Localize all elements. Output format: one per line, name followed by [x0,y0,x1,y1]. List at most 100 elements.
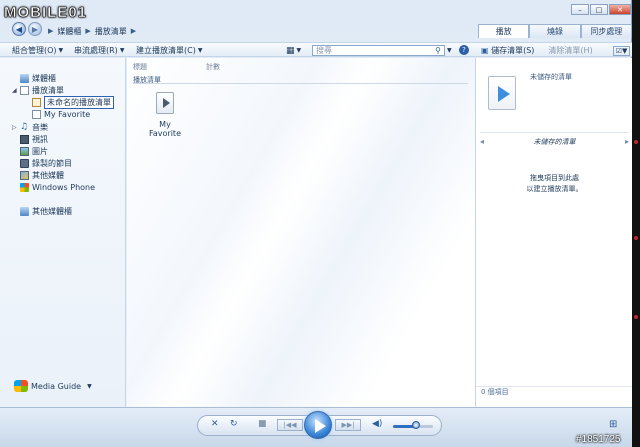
nav-other-media-label: 其他媒體 [32,171,64,180]
forward-button[interactable]: ▶ [28,22,42,36]
collapse-arrow-icon[interactable]: ▷ [12,124,17,131]
nav-my-favorite-label: My Favorite [44,110,91,119]
nav-videos[interactable]: 視訊 [20,134,48,145]
tab-play[interactable]: 播放 [478,24,530,38]
breadcrumb-library[interactable]: 媒體櫃 [57,26,81,37]
nav-music-label: 音樂 [32,123,48,132]
shuffle-icon[interactable]: ✕ [211,419,219,429]
nav-my-favorite[interactable]: My Favorite [32,109,90,120]
search-input[interactable]: 搜尋 ⚲ [312,45,445,56]
item-count: 0 個項目 [476,386,633,396]
picture-icon [20,147,29,156]
dropdown-arrow-icon: ▼ [197,47,203,54]
save-list-label: 儲存清單(S) [491,46,535,55]
nav-library-label: 媒體櫃 [32,74,56,83]
view-options-icon: ▦ [286,45,295,56]
search-icon[interactable]: ⚲ [435,46,441,55]
forward-arrow-icon: ▶ [31,24,39,34]
previous-button[interactable]: |◀◀ [277,419,303,431]
tv-icon [20,159,29,168]
dropdown-arrow-icon: ▼ [447,47,452,54]
tab-sync[interactable]: 同步處理 [580,24,632,38]
breadcrumb-playlists[interactable]: 播放清單 [95,26,127,37]
nav-pictures[interactable]: 圖片 [20,146,48,157]
tab-burn[interactable]: 燒錄 [529,24,581,38]
nav-recorded-tv-label: 錄製的節目 [32,159,72,168]
drag-hint-line-2: 以建立播放清單。 [526,185,583,193]
previous-list-arrow-icon[interactable]: ◂ [480,137,484,146]
column-title[interactable]: 標題 [133,62,147,72]
repeat-icon[interactable]: ↻ [230,419,238,429]
breadcrumb: ▶ 媒體櫃 ▶ 播放清單 ▶ [48,25,136,37]
rename-playlist-field[interactable]: 未命名的播放清單 [44,96,114,109]
watermark-id: #1851725 [576,434,621,445]
tab-bar: 播放 燒錄 同步處理 [478,24,632,38]
volume-slider-knob[interactable] [412,421,420,429]
nav-recorded-tv[interactable]: 錄製的節目 [20,158,72,169]
expand-arrow-icon[interactable]: ◢ [12,87,17,94]
switch-to-now-playing-icon[interactable]: ⊞ [609,419,617,430]
nav-library[interactable]: 媒體櫃 [20,73,56,84]
back-button[interactable]: ◀ [12,22,26,36]
back-arrow-icon: ◀ [15,24,23,34]
drag-hint-line-1: 拖曳項目到此處 [530,174,579,182]
playlist-file-icon [32,110,41,119]
background-strip [632,0,640,447]
view-options-button[interactable]: ▦ ▼ [286,45,301,56]
list-pane: ▣ 儲存清單(S) 清除清單(H) ☑▼ 未儲存的清單 未儲存的清單 ◂ ▸ 拖… [475,45,633,407]
volume-speaker-icon[interactable]: ◀) [372,419,382,429]
decorative-dot [634,140,638,144]
next-button[interactable]: ▶▶| [335,419,361,431]
nav-videos-label: 視訊 [32,135,48,144]
nav-other-libraries[interactable]: 其他媒體櫃 [20,206,72,217]
next-list-arrow-icon[interactable]: ▸ [625,137,629,146]
list-pane-toolbar: ▣ 儲存清單(S) 清除清單(H) ☑▼ [476,43,633,58]
playback-controls-bar: ✕ ↻ ■ |◀◀ ▶▶| ◀) ⊞ [0,407,632,447]
stop-icon[interactable]: ■ [258,419,267,429]
column-count[interactable]: 計數 [206,62,220,72]
media-guide-button[interactable]: Media Guide ▼ [14,380,92,392]
playlist-icon [20,86,29,95]
organize-menu[interactable]: 組合管理(O) ▼ [12,45,63,56]
save-list-button[interactable]: ▣ 儲存清單(S) [481,45,534,56]
list-options-button[interactable]: ☑▼ [612,45,631,56]
create-playlist-label: 建立播放清單(C) [136,46,196,55]
clear-list-button[interactable]: 清除清單(H) [548,45,592,56]
library-icon [20,74,29,83]
nav-playlists[interactable]: 播放清單 [20,85,64,96]
navigation-pane: 媒體櫃 ◢ 播放清單 未命名的播放清單 My Favorite ▷ ♫ 音樂 視… [0,58,126,407]
nav-windows-phone[interactable]: Windows Phone [20,182,95,193]
other-libraries-icon [20,207,29,216]
other-media-icon [20,171,29,180]
nav-other-media[interactable]: 其他媒體 [20,170,64,181]
breadcrumb-chevron-icon: ▶ [85,27,91,35]
minimize-button[interactable]: – [571,4,589,15]
decorative-dot [634,236,638,240]
search-placeholder: 搜尋 [316,46,332,55]
playlist-document-icon [488,76,516,110]
play-button[interactable] [304,411,332,439]
playlist-document-icon [156,92,174,114]
music-note-icon: ♫ [20,122,29,132]
media-guide-label: Media Guide [31,381,82,391]
playlist-tile[interactable]: My Favorite [143,92,187,138]
dropdown-arrow-icon: ▼ [87,382,92,390]
decorative-dot [634,315,638,319]
stream-menu[interactable]: 串流處理(R) ▼ [74,45,124,56]
help-button[interactable]: ? [459,45,469,55]
unsaved-list-label: 未儲存的清單 [530,73,572,81]
nav-untitled-playlist[interactable]: 未命名的播放清單 [32,96,114,109]
media-player-window: MOBILE01 – □ ✕ ◀ ▶ ▶ 媒體櫃 ▶ 播放清單 ▶ 播放 燒錄 … [0,0,633,447]
playlist-tile-label: My Favorite [149,120,181,138]
nav-music[interactable]: ♫ 音樂 [20,122,48,133]
create-playlist-menu[interactable]: 建立播放清單(C) ▼ [136,45,202,56]
nav-playlists-label: 播放清單 [32,86,64,95]
breadcrumb-chevron-icon: ▶ [130,27,137,35]
maximize-button[interactable]: □ [590,4,608,15]
help-icon: ? [462,46,466,54]
close-button[interactable]: ✕ [609,4,631,15]
dropdown-arrow-icon: ▼ [119,47,125,54]
video-icon [20,135,29,144]
search-options-button[interactable]: ▼ [447,45,452,56]
list-nav: ◂ ▸ [480,136,629,146]
